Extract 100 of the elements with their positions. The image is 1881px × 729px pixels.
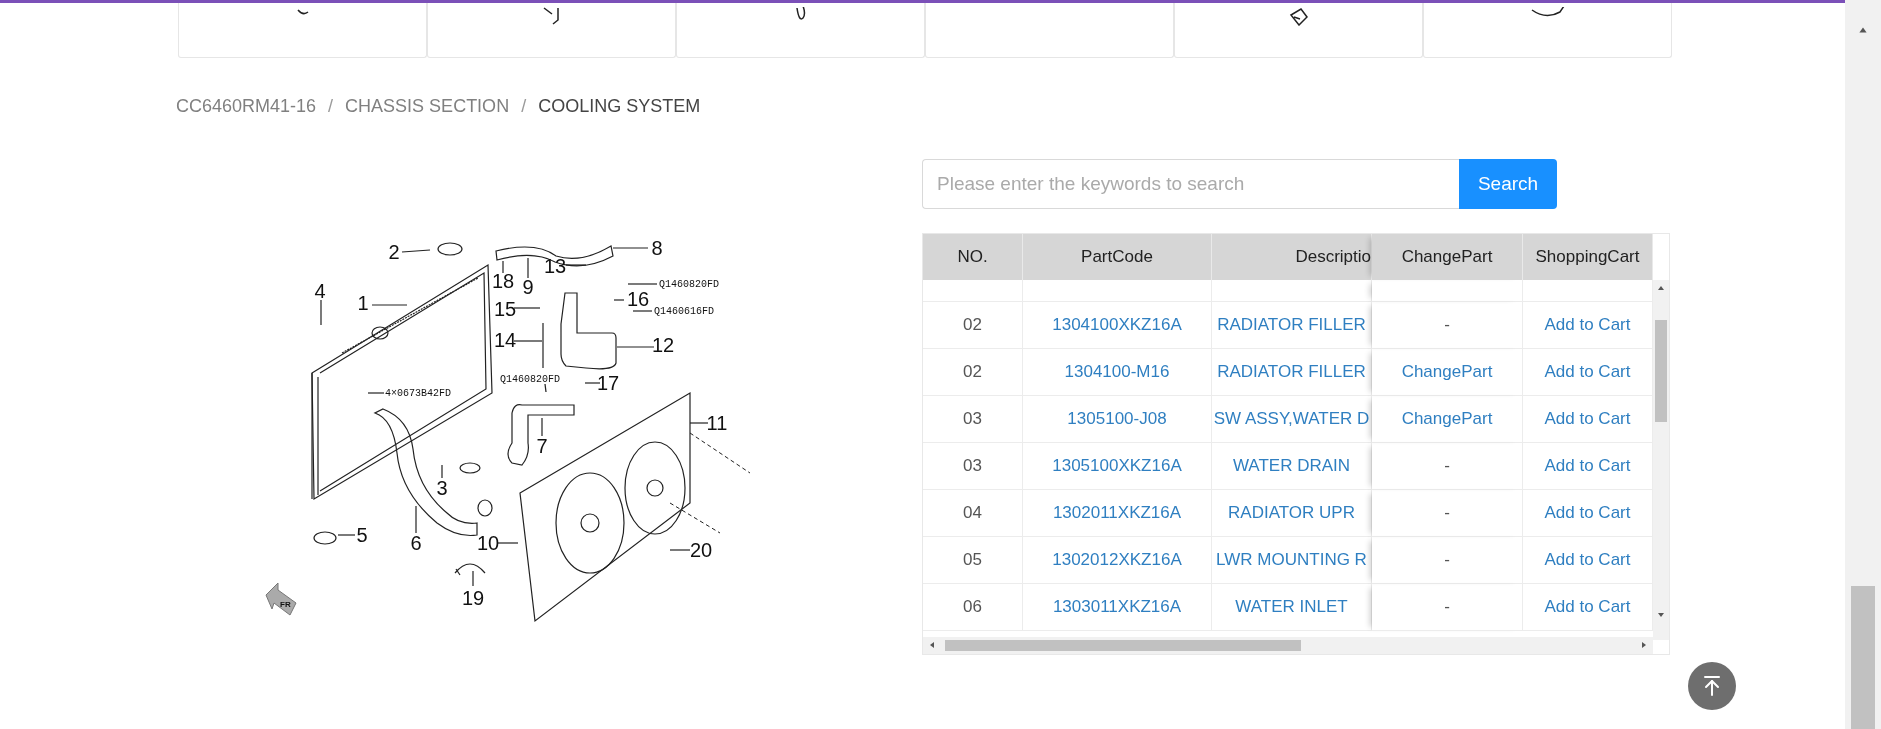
- callout-number: 13: [543, 255, 567, 277]
- horizontal-scrollbar[interactable]: [923, 637, 1653, 654]
- table-cell: 02: [923, 302, 1023, 349]
- leader-line: [513, 307, 541, 309]
- part-card[interactable]: [676, 3, 925, 58]
- description-link[interactable]: WATER INLET: [1212, 584, 1372, 631]
- page-scrollbar[interactable]: [1845, 0, 1881, 729]
- part-card[interactable]: [427, 3, 676, 58]
- callout-number: 5: [356, 524, 368, 546]
- description-link[interactable]: RADIATOR FILLER: [1212, 302, 1372, 349]
- part-code-link[interactable]: 1302012XKZ16A: [1023, 537, 1212, 584]
- leader-line: [367, 392, 385, 394]
- callout-number: 9: [522, 276, 534, 298]
- part-card[interactable]: [178, 3, 427, 58]
- leader-line: [371, 304, 408, 306]
- leader-line: [415, 505, 417, 534]
- scrollbar-thumb[interactable]: [1655, 320, 1667, 422]
- callout-number: 16: [626, 288, 650, 310]
- leader-line: [669, 549, 691, 551]
- part-code-link[interactable]: 1304100XKZ16A: [1023, 302, 1212, 349]
- leader-line: [441, 464, 443, 479]
- part-code-link[interactable]: 1303011XKZ16A: [1023, 584, 1212, 631]
- part-card[interactable]: [1174, 3, 1423, 58]
- leader-line: [616, 346, 655, 348]
- column-header: ChangePart: [1372, 234, 1523, 280]
- leader-line: [527, 257, 529, 279]
- column-header: PartCode: [1023, 234, 1212, 280]
- table-cell: 05: [923, 537, 1023, 584]
- part-card[interactable]: [925, 3, 1174, 58]
- part-code-link[interactable]: 1304100-M16: [1023, 349, 1212, 396]
- change-part-link[interactable]: ChangePart: [1372, 349, 1523, 396]
- vertical-scrollbar[interactable]: [1653, 280, 1669, 640]
- part-code-label: Q1460820FD: [500, 373, 560, 385]
- table-cell: 03: [923, 396, 1023, 443]
- change-part-link[interactable]: ChangePart: [1372, 396, 1523, 443]
- part-thumbnail-drawing: [543, 7, 560, 25]
- callout-number: 14: [493, 329, 517, 351]
- front-arrow-icon: [265, 582, 297, 616]
- callout-number: 11: [706, 412, 728, 434]
- table-cell: -: [1372, 537, 1523, 584]
- guide-line: [669, 502, 721, 534]
- part-code-link[interactable]: 1305100-J08: [1023, 396, 1212, 443]
- callout-number: 19: [461, 587, 485, 609]
- part-code-label: Q1460820FD: [659, 278, 719, 290]
- callout-number: 6: [410, 532, 422, 554]
- part-code-link[interactable]: 1305100XKZ16A: [1023, 443, 1212, 490]
- description-link[interactable]: LWR MOUNTING R: [1212, 537, 1372, 584]
- part-code-link[interactable]: 1302011XKZ16A: [1023, 490, 1212, 537]
- callout-number: 3: [436, 477, 448, 499]
- callout-number: 2: [388, 241, 400, 263]
- part-thumbnail-drawing: [1288, 7, 1309, 26]
- column-header: ShoppingCart: [1523, 234, 1653, 280]
- part-code-label: Q1460616FD: [654, 305, 714, 317]
- direction-label: FR: [280, 600, 291, 609]
- part-code-label: 4×0673B42FD: [385, 387, 451, 399]
- table-cell: -: [1372, 302, 1523, 349]
- callout-number: 7: [536, 435, 548, 457]
- table-cell: 03: [923, 443, 1023, 490]
- part-thumbnail-drawing: [795, 7, 806, 21]
- scrollbar-thumb[interactable]: [1851, 586, 1875, 729]
- table-cell: 06: [923, 584, 1023, 631]
- breadcrumb-item[interactable]: CHASSIS SECTION: [345, 96, 510, 126]
- guide-line: [689, 432, 751, 474]
- breadcrumb-separator: /: [327, 96, 335, 118]
- table-cell: -: [1372, 490, 1523, 537]
- back-to-top-button[interactable]: [1688, 662, 1736, 710]
- column-header: NO.: [923, 234, 1023, 280]
- description-link[interactable]: RADIATOR UPR: [1212, 490, 1372, 537]
- breadcrumb-item: COOLING SYSTEM: [538, 96, 701, 118]
- table-cell: -: [1372, 584, 1523, 631]
- part-thumbnail-drawing: [1530, 7, 1565, 17]
- description-link[interactable]: SW ASSY,WATER D: [1212, 396, 1372, 443]
- part-card[interactable]: [1423, 3, 1672, 58]
- scrollbar-thumb[interactable]: [945, 640, 1301, 651]
- callout-number: 18: [491, 270, 515, 292]
- leader-line: [513, 340, 543, 342]
- leader-line: [320, 299, 322, 326]
- callout-number: 8: [651, 237, 663, 259]
- breadcrumb-item[interactable]: CC6460RM41-16: [176, 96, 317, 126]
- leader-line: [541, 417, 543, 437]
- leader-line: [632, 310, 653, 312]
- breadcrumb-separator: /: [520, 96, 528, 118]
- search-button[interactable]: Search: [1459, 159, 1557, 209]
- leader-line: [612, 247, 649, 249]
- callout-number: 20: [689, 539, 713, 561]
- leader-line: [689, 422, 709, 424]
- description-link[interactable]: WATER DRAIN: [1212, 443, 1372, 490]
- callout-number: 4: [314, 280, 326, 302]
- part-thumbnail-drawing: [296, 7, 309, 16]
- leader-line: [502, 260, 504, 274]
- leader-line: [565, 264, 587, 266]
- leader-line: [584, 382, 601, 384]
- search-field[interactable]: Please enter the keywords to search: [922, 159, 1459, 209]
- callout-number: 15: [493, 298, 517, 320]
- table-cell: -: [1372, 443, 1523, 490]
- leader-line: [496, 542, 519, 544]
- leader-line: [337, 534, 356, 536]
- callout-number: 10: [476, 532, 500, 554]
- column-header: Descriptio: [1212, 234, 1372, 280]
- description-link[interactable]: RADIATOR FILLER: [1212, 349, 1372, 396]
